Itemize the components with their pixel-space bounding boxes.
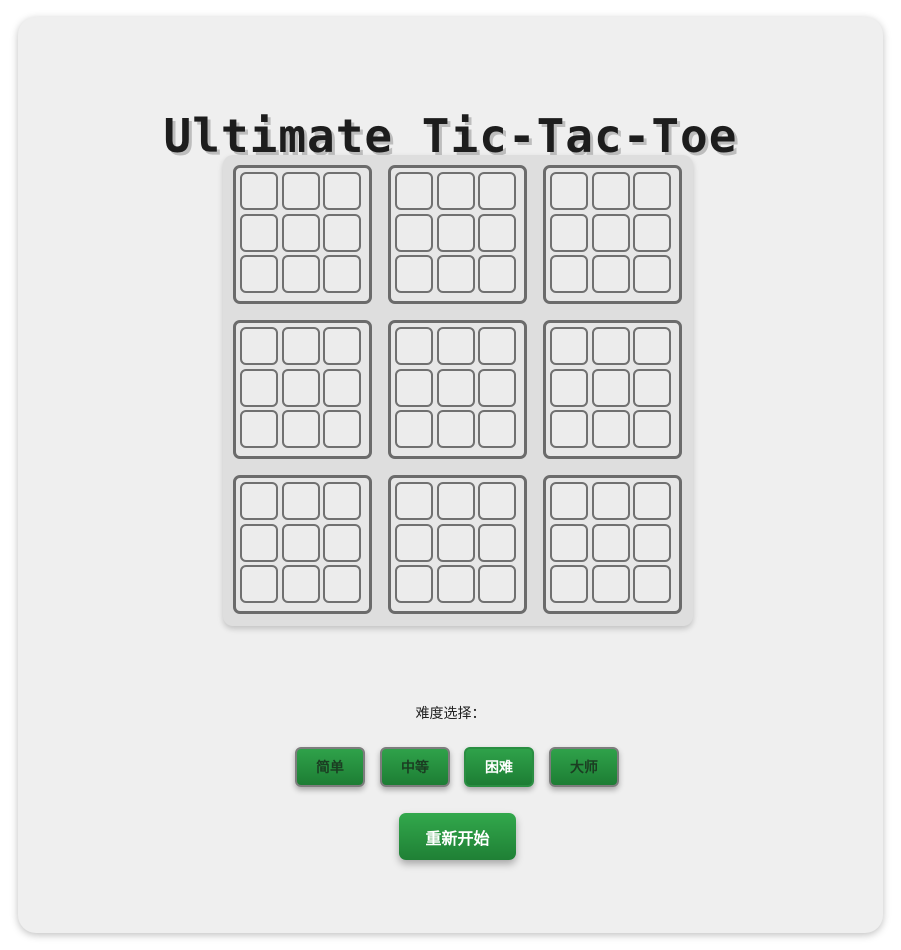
board-cell[interactable] [240,213,278,252]
board-cell[interactable] [550,482,588,520]
board-cell[interactable] [395,327,433,365]
board-cell[interactable] [478,565,516,603]
board-cell[interactable] [633,368,671,407]
mini-board [543,475,682,614]
board-cell[interactable] [633,255,671,293]
board-cell[interactable] [591,565,630,603]
board-cell[interactable] [281,172,320,210]
board-cell[interactable] [240,482,278,520]
board-cell[interactable] [478,482,516,520]
board-cell[interactable] [550,565,588,603]
board-cell[interactable] [240,565,278,603]
board-cell[interactable] [281,410,320,448]
board-cell[interactable] [550,213,588,252]
board-cell[interactable] [240,327,278,365]
mini-board [233,165,372,304]
board-cell[interactable] [633,482,671,520]
board-cell[interactable] [436,213,475,252]
board-cell[interactable] [323,482,361,520]
board-cell[interactable] [550,368,588,407]
board-cell[interactable] [281,327,320,365]
board-cell[interactable] [591,172,630,210]
mini-board [388,475,527,614]
board-cell[interactable] [550,255,588,293]
board-cell[interactable] [323,327,361,365]
board-cell[interactable] [633,565,671,603]
board-cell[interactable] [478,368,516,407]
board-cell[interactable] [591,410,630,448]
difficulty-medium-button[interactable]: 中等 [380,747,450,787]
board-cell[interactable] [478,523,516,562]
difficulty-label: 难度选择： [415,706,486,722]
board-cell[interactable] [281,213,320,252]
board-cell[interactable] [436,482,475,520]
board-cell[interactable] [323,172,361,210]
board-cell[interactable] [323,565,361,603]
board-cell[interactable] [550,523,588,562]
board-cell[interactable] [478,213,516,252]
board-cell[interactable] [323,523,361,562]
board-cell[interactable] [395,213,433,252]
board-cell[interactable] [323,255,361,293]
board-cell[interactable] [478,172,516,210]
game-container: Ultimate Tic-Tac-Toe 难度选择： 简单 中等 困难 大师 重… [18,17,883,933]
board-cell[interactable] [478,410,516,448]
mini-board [388,165,527,304]
board-cell[interactable] [395,482,433,520]
board-cell[interactable] [633,327,671,365]
board-cell[interactable] [281,523,320,562]
mini-board [388,320,527,459]
board-cell[interactable] [395,565,433,603]
board-cell[interactable] [591,327,630,365]
board-cell[interactable] [323,410,361,448]
board-cell[interactable] [240,410,278,448]
board-cell[interactable] [281,368,320,407]
board-cell[interactable] [436,172,475,210]
difficulty-hard-button[interactable]: 困难 [464,747,534,787]
difficulty-easy-button[interactable]: 简单 [295,747,365,787]
board-cell[interactable] [591,368,630,407]
board-cell[interactable] [633,410,671,448]
restart-button[interactable]: 重新开始 [399,813,516,860]
board-cell[interactable] [395,368,433,407]
board-cell[interactable] [591,523,630,562]
board-cell[interactable] [395,172,433,210]
board-cell[interactable] [633,172,671,210]
board-cell[interactable] [240,172,278,210]
board-cell[interactable] [550,172,588,210]
board-cell[interactable] [281,255,320,293]
mini-board [543,165,682,304]
mini-board [233,475,372,614]
board-cell[interactable] [436,368,475,407]
board-cell[interactable] [633,523,671,562]
board-cell[interactable] [323,368,361,407]
board-cell[interactable] [436,565,475,603]
board-cell[interactable] [395,523,433,562]
board-cell[interactable] [550,410,588,448]
board-cell[interactable] [240,255,278,293]
board-cell[interactable] [591,482,630,520]
board-cell[interactable] [436,255,475,293]
board-cell[interactable] [240,523,278,562]
board-cell[interactable] [323,213,361,252]
ultimate-board [223,155,693,626]
board-cell[interactable] [281,565,320,603]
board-cell[interactable] [633,213,671,252]
mini-board [543,320,682,459]
board-cell[interactable] [478,327,516,365]
board-cell[interactable] [436,327,475,365]
board-cell[interactable] [478,255,516,293]
mini-board [233,320,372,459]
board-cell[interactable] [395,255,433,293]
board-cell[interactable] [436,410,475,448]
board-cell[interactable] [436,523,475,562]
board-cell[interactable] [240,368,278,407]
board-cell[interactable] [591,255,630,293]
difficulty-master-button[interactable]: 大师 [549,747,619,787]
board-cell[interactable] [281,482,320,520]
board-cell[interactable] [591,213,630,252]
board-cell[interactable] [395,410,433,448]
board-cell[interactable] [550,327,588,365]
